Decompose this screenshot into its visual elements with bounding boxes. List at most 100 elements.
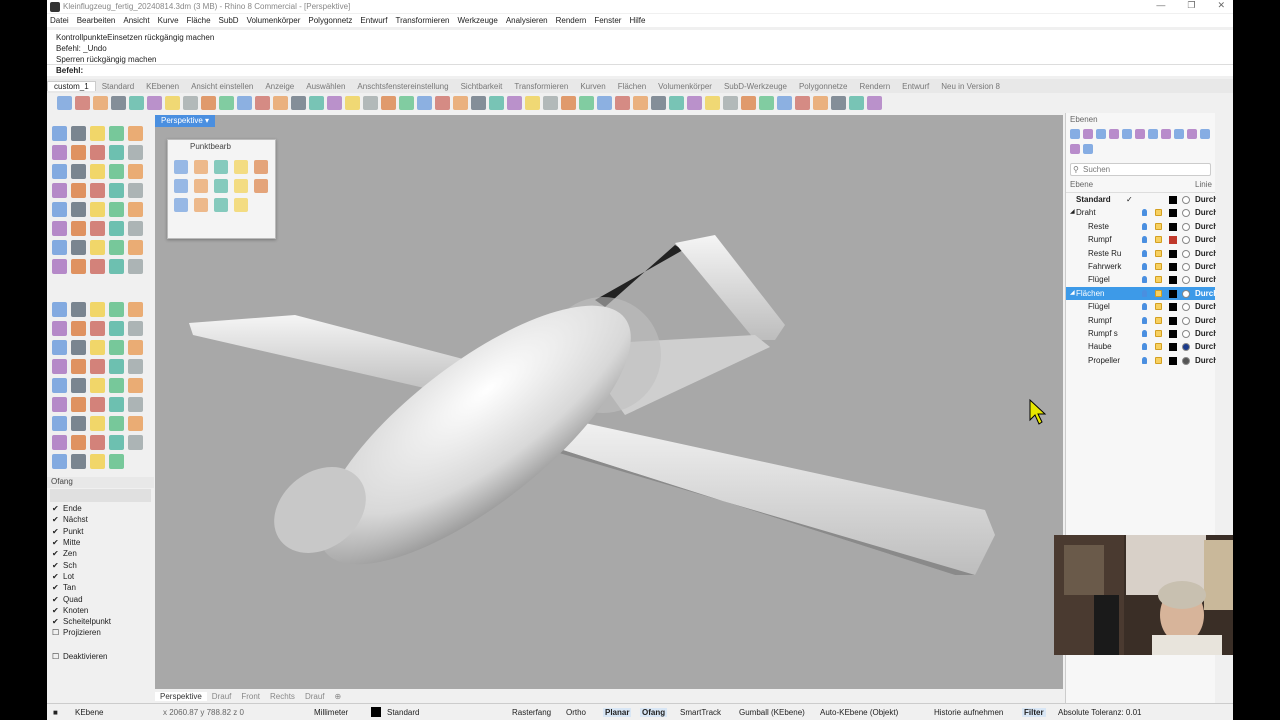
tool-icon[interactable] bbox=[90, 302, 105, 317]
status-toggle[interactable]: Filter bbox=[1022, 708, 1046, 717]
material-icon[interactable] bbox=[1182, 343, 1190, 352]
lock-icon[interactable] bbox=[1155, 356, 1162, 364]
status-toggle[interactable]: Gumball (KEbene) bbox=[739, 708, 805, 717]
layer-color-swatch[interactable] bbox=[1169, 236, 1177, 245]
toolbar-tab[interactable]: SubD-Werkzeuge bbox=[718, 82, 793, 91]
checkbox[interactable]: ✔ bbox=[52, 594, 60, 605]
tool-icon[interactable] bbox=[109, 183, 124, 198]
layer-color-swatch[interactable] bbox=[1169, 303, 1177, 312]
tool-icon[interactable] bbox=[52, 321, 67, 336]
osnap-item[interactable]: ✔ Quad bbox=[47, 593, 154, 604]
tool-icon[interactable] bbox=[71, 183, 86, 198]
toolbar-tool-icon[interactable] bbox=[813, 96, 828, 110]
material-icon[interactable] bbox=[1182, 222, 1190, 231]
menu-item[interactable]: Transformieren bbox=[396, 16, 450, 25]
toolbar-tool-icon[interactable] bbox=[57, 96, 72, 110]
material-icon[interactable] bbox=[1182, 276, 1190, 285]
viewport-bottom-tab[interactable]: Drauf bbox=[207, 692, 237, 701]
tool-icon[interactable] bbox=[52, 340, 67, 355]
layer-row[interactable]: Rumpf Durch bbox=[1066, 233, 1218, 246]
layer-color-swatch[interactable] bbox=[1169, 222, 1177, 231]
tool-icon[interactable] bbox=[109, 340, 124, 355]
visibility-bulb-icon[interactable] bbox=[1142, 262, 1147, 270]
toolbar-tool-icon[interactable] bbox=[237, 96, 252, 110]
material-icon[interactable] bbox=[1182, 209, 1190, 218]
tool-icon[interactable] bbox=[128, 183, 143, 198]
toolbar-tool-icon[interactable] bbox=[795, 96, 810, 110]
checkbox[interactable]: ✔ bbox=[52, 537, 60, 548]
layer-name[interactable]: Fahrwerk bbox=[1088, 260, 1121, 273]
tool-icon[interactable] bbox=[71, 454, 86, 469]
toolbar-tool-icon[interactable] bbox=[201, 96, 216, 110]
point-edit-tool-icon[interactable] bbox=[174, 179, 188, 193]
point-edit-tool-icon[interactable] bbox=[234, 160, 248, 174]
menu-item[interactable]: Volumenkörper bbox=[247, 16, 301, 25]
tool-icon[interactable] bbox=[109, 378, 124, 393]
visibility-bulb-icon[interactable] bbox=[1142, 343, 1147, 351]
tool-icon[interactable] bbox=[90, 164, 105, 179]
tool-icon[interactable] bbox=[109, 164, 124, 179]
lock-icon[interactable] bbox=[1155, 276, 1162, 284]
toolbar-tool-icon[interactable] bbox=[849, 96, 864, 110]
toolbar-tool-icon[interactable] bbox=[669, 96, 684, 110]
toolbar-tab[interactable]: Flächen bbox=[612, 82, 652, 91]
tool-icon[interactable] bbox=[90, 378, 105, 393]
tool-icon[interactable] bbox=[52, 183, 67, 198]
layer-name[interactable]: Flügel bbox=[1088, 273, 1110, 286]
point-edit-tool-icon[interactable] bbox=[194, 179, 208, 193]
visibility-bulb-icon[interactable] bbox=[1142, 316, 1147, 324]
toolbar-tab[interactable]: custom_1 bbox=[47, 81, 96, 91]
tool-icon[interactable] bbox=[109, 259, 124, 274]
tool-icon[interactable] bbox=[109, 126, 124, 141]
lock-icon[interactable] bbox=[1155, 329, 1162, 337]
viewport-bottom-tab[interactable]: Perspektive bbox=[155, 692, 207, 701]
layer-color-swatch[interactable] bbox=[1169, 329, 1177, 338]
tool-icon[interactable] bbox=[109, 202, 124, 217]
layer-name[interactable]: Propeller bbox=[1088, 354, 1120, 367]
osnap-item[interactable]: ☐ Projizieren bbox=[47, 627, 154, 638]
tool-icon[interactable] bbox=[52, 240, 67, 255]
layer-tool-icon[interactable] bbox=[1083, 129, 1093, 139]
toolbar-tool-icon[interactable] bbox=[489, 96, 504, 110]
layer-tool-icon[interactable] bbox=[1200, 129, 1210, 139]
material-icon[interactable] bbox=[1182, 316, 1190, 325]
status-toggle[interactable]: Historie aufnehmen bbox=[934, 708, 1003, 717]
toolbar-tool-icon[interactable] bbox=[93, 96, 108, 110]
lock-icon[interactable] bbox=[1155, 289, 1162, 297]
layer-linetype[interactable]: Durch bbox=[1195, 220, 1218, 233]
layer-linetype[interactable]: Durch bbox=[1195, 233, 1218, 246]
material-icon[interactable] bbox=[1182, 249, 1190, 258]
visibility-bulb-icon[interactable] bbox=[1142, 289, 1147, 297]
tool-icon[interactable] bbox=[128, 145, 143, 160]
visibility-bulb-icon[interactable] bbox=[1142, 356, 1147, 364]
layer-color-swatch[interactable] bbox=[1169, 356, 1177, 365]
point-edit-panel[interactable]: Punktbearb bbox=[167, 139, 276, 239]
layer-linetype[interactable]: Durch bbox=[1195, 340, 1218, 353]
toolbar-tool-icon[interactable] bbox=[399, 96, 414, 110]
menu-item[interactable]: Datei bbox=[50, 16, 69, 25]
tool-icon[interactable] bbox=[52, 202, 67, 217]
layer-name[interactable]: Flügel bbox=[1088, 300, 1110, 313]
tool-icon[interactable] bbox=[52, 454, 67, 469]
toolbar-tool-icon[interactable] bbox=[75, 96, 90, 110]
tool-icon[interactable] bbox=[128, 202, 143, 217]
tool-icon[interactable] bbox=[90, 340, 105, 355]
tool-icon[interactable] bbox=[109, 302, 124, 317]
osnap-item[interactable]: ✔ Tan bbox=[47, 582, 154, 593]
restore-button[interactable]: ❐ bbox=[1187, 0, 1195, 11]
toolbar-tool-icon[interactable] bbox=[147, 96, 162, 110]
toolbar-tab[interactable]: Rendern bbox=[853, 82, 896, 91]
layer-color-swatch[interactable] bbox=[1169, 343, 1177, 352]
layer-linetype[interactable]: Durch bbox=[1195, 287, 1218, 300]
tool-icon[interactable] bbox=[71, 145, 86, 160]
status-toggle[interactable]: Rasterfang bbox=[512, 708, 551, 717]
toolbar-tool-icon[interactable] bbox=[741, 96, 756, 110]
toolbar-tool-icon[interactable] bbox=[471, 96, 486, 110]
toolbar-tool-icon[interactable] bbox=[453, 96, 468, 110]
layer-tool-icon[interactable] bbox=[1096, 129, 1106, 139]
tool-icon[interactable] bbox=[109, 321, 124, 336]
toolbar-tool-icon[interactable] bbox=[543, 96, 558, 110]
point-edit-tool-icon[interactable] bbox=[214, 160, 228, 174]
layer-linetype[interactable]: Durch bbox=[1195, 314, 1218, 327]
tool-icon[interactable] bbox=[52, 145, 67, 160]
